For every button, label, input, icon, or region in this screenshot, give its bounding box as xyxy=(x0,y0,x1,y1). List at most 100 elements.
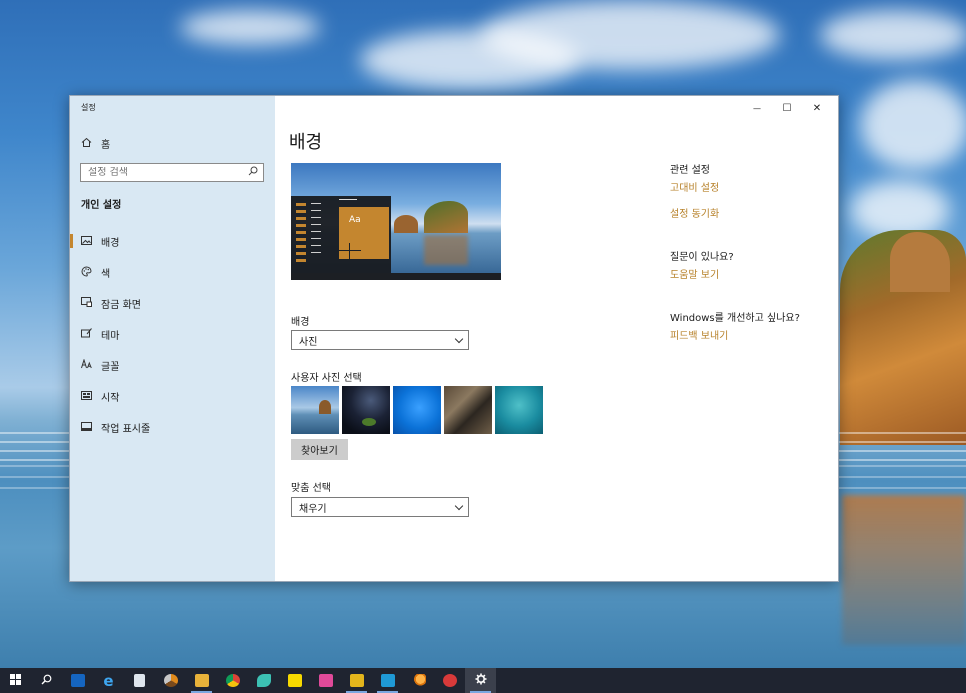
blue-app-icon xyxy=(380,674,395,687)
preview-taskbar xyxy=(291,273,501,280)
sidebar-item-start[interactable]: 시작 xyxy=(70,381,275,412)
sidebar-item-taskbar[interactable]: 작업 표시줄 xyxy=(70,412,275,443)
edge-icon: e xyxy=(103,671,114,690)
sidebar-item-background[interactable]: 배경 xyxy=(70,226,275,257)
font-icon xyxy=(81,358,92,372)
sidebar-item-fonts[interactable]: 글꼴 xyxy=(70,350,275,381)
photo-thumbnail[interactable] xyxy=(495,386,543,434)
photo-thumbnails xyxy=(291,386,543,434)
help-link[interactable]: 도움말 보기 xyxy=(670,266,719,281)
taskbar-app-file-explorer[interactable] xyxy=(186,668,217,693)
sticky-app-icon xyxy=(349,674,364,687)
taskbar-app-edge[interactable]: e xyxy=(93,668,124,693)
search-button[interactable] xyxy=(31,668,62,693)
theme-icon xyxy=(81,328,92,341)
window-title: 설정 xyxy=(81,103,96,112)
taskbar-app-pink[interactable] xyxy=(310,668,341,693)
preview-sample-text: Aa xyxy=(349,215,361,225)
kakaotalk-icon xyxy=(287,674,302,687)
cloud xyxy=(820,10,966,60)
high-contrast-link[interactable]: 고대비 설정 xyxy=(670,179,719,194)
photo-thumbnail[interactable] xyxy=(444,386,492,434)
preview-bar xyxy=(339,199,357,200)
background-label: 배경 xyxy=(291,317,310,328)
cloud xyxy=(480,0,780,70)
home-label: 홈 xyxy=(101,140,111,151)
fit-label: 맞춤 선택 xyxy=(291,483,331,494)
related-settings-title: 관련 설정 xyxy=(670,165,710,176)
start-icon xyxy=(81,390,92,403)
taskbar-app-settings[interactable] xyxy=(465,668,496,693)
bird-app-icon xyxy=(256,674,271,687)
preview-rock xyxy=(394,215,418,233)
fit-select-value: 채우기 xyxy=(299,503,327,515)
improve-title: Windows를 개선하고 싶나요? xyxy=(670,313,800,324)
sidebar-item-label: 테마 xyxy=(101,331,120,342)
sidebar-item-label: 글꼴 xyxy=(101,362,120,373)
sync-settings-link[interactable]: 설정 동기화 xyxy=(670,205,719,220)
background-preview: Aa xyxy=(291,163,501,280)
sidebar-item-label: 시작 xyxy=(101,393,120,404)
start-button[interactable] xyxy=(0,668,31,693)
sidebar-item-theme[interactable]: 테마 xyxy=(70,319,275,350)
sidebar-item-color[interactable]: 색 xyxy=(70,257,275,288)
sidebar-item-label: 배경 xyxy=(101,238,120,249)
chrome-canary-icon xyxy=(163,674,178,687)
sidebar: 설정 홈 개인 설정 배경 xyxy=(70,96,275,581)
rock-reflection xyxy=(842,495,966,645)
windows-icon xyxy=(10,673,21,688)
sidebar-item-label: 색 xyxy=(101,269,111,280)
taskbar-app-outlook[interactable] xyxy=(62,668,93,693)
minimize-button[interactable]: — xyxy=(742,98,772,118)
settings-window: 설정 홈 개인 설정 배경 xyxy=(69,95,839,582)
preview-reflection xyxy=(424,235,468,265)
taskbar-app-bird[interactable] xyxy=(248,668,279,693)
taskbar-app-sticky[interactable] xyxy=(341,668,372,693)
section-title: 개인 설정 xyxy=(81,200,122,211)
taskbar-app-kakaotalk[interactable] xyxy=(279,668,310,693)
taskbar-icon xyxy=(81,421,92,434)
notepad-icon xyxy=(134,674,145,687)
preview-app-list xyxy=(296,203,306,266)
close-button[interactable]: ✕ xyxy=(802,98,832,118)
cloud xyxy=(180,10,320,45)
taskbar: e xyxy=(0,668,966,693)
home-link[interactable]: 홈 xyxy=(81,136,110,151)
outlook-icon xyxy=(70,674,85,687)
preview-rock xyxy=(424,201,468,233)
taskbar-app-chrome[interactable] xyxy=(217,668,248,693)
feedback-link[interactable]: 피드백 보내기 xyxy=(670,327,728,342)
fit-select[interactable]: 채우기 xyxy=(291,497,469,517)
taskbar-app-red[interactable] xyxy=(434,668,465,693)
settings-icon xyxy=(475,673,487,688)
pink-app-icon xyxy=(318,674,333,687)
search-input[interactable] xyxy=(81,167,248,178)
browse-button[interactable]: 찾아보기 xyxy=(291,439,348,460)
cloud xyxy=(860,80,966,170)
search-icon[interactable] xyxy=(248,166,258,179)
photos-label: 사용자 사진 선택 xyxy=(291,373,362,384)
settings-search[interactable] xyxy=(80,163,264,182)
taskbar-app-search-tool[interactable] xyxy=(403,668,434,693)
question-title: 질문이 있나요? xyxy=(670,252,734,263)
maximize-icon: ☐ xyxy=(782,102,792,114)
sidebar-item-label: 작업 표시줄 xyxy=(101,424,151,435)
photo-thumbnail[interactable] xyxy=(342,386,390,434)
file-explorer-icon xyxy=(194,674,209,687)
palette-icon xyxy=(81,265,92,280)
preview-app-lines xyxy=(311,203,321,259)
taskbar-app-chrome-canary[interactable] xyxy=(155,668,186,693)
chrome-icon xyxy=(225,674,240,687)
minimize-icon: — xyxy=(753,103,761,113)
home-icon xyxy=(81,137,92,151)
taskbar-app-notepad[interactable] xyxy=(124,668,155,693)
sidebar-nav: 배경 색 잠금 화면 테마 글꼴 시작 작업 표시줄 xyxy=(70,226,275,443)
lock-screen-icon xyxy=(81,297,92,310)
background-select-value: 사진 xyxy=(299,336,318,348)
background-select[interactable]: 사진 xyxy=(291,330,469,350)
photo-thumbnail[interactable] xyxy=(393,386,441,434)
sidebar-item-lock-screen[interactable]: 잠금 화면 xyxy=(70,288,275,319)
maximize-button[interactable]: ☐ xyxy=(772,98,802,118)
photo-thumbnail[interactable] xyxy=(291,386,339,434)
taskbar-app-blue[interactable] xyxy=(372,668,403,693)
